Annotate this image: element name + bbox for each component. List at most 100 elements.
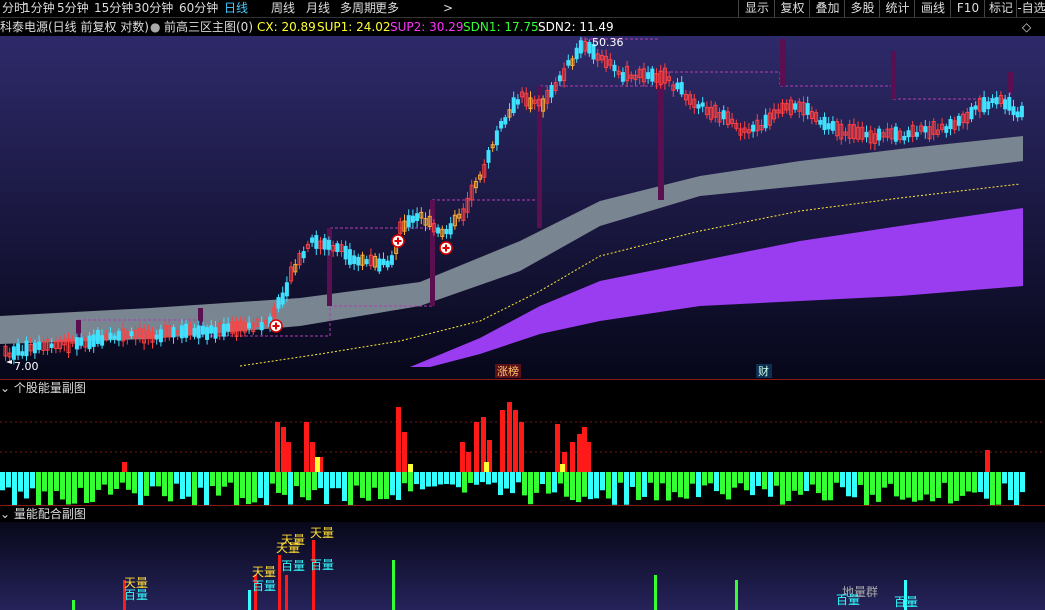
energy-bar-down-107 <box>642 472 647 497</box>
toolbar-button-1[interactable]: 复权 <box>774 0 810 17</box>
toolbar-button-2[interactable]: 叠加 <box>809 0 845 17</box>
energy-bar-down-92 <box>552 472 557 493</box>
energy-bar-down-96 <box>576 472 581 503</box>
energy-bar-up-3 <box>286 442 291 472</box>
energy-bar-down-15 <box>90 472 95 503</box>
toolbar-button-8[interactable]: -自选 <box>1016 0 1045 17</box>
toolbar-button-7[interactable]: 标记 <box>984 0 1017 17</box>
energy-bar-down-162 <box>972 472 977 493</box>
more-arrow-icon[interactable]: > <box>443 0 453 17</box>
indicator-info-bar: 科泰电源(日线 前复权 对数) ● 前高三区主图(0) CX: 20.89 SU… <box>0 18 1045 36</box>
indicator-dot-icon[interactable]: ● <box>150 18 160 36</box>
energy-bar-down-73 <box>438 472 443 485</box>
energy-bar-down-58 <box>348 472 353 505</box>
energy-bar-down-145 <box>870 472 875 495</box>
energy-bar-down-5 <box>30 472 35 489</box>
candle-40 <box>171 327 176 338</box>
energy-bar-down-129 <box>774 472 779 486</box>
candle-122 <box>515 99 520 105</box>
timeframe-8[interactable]: 月线 <box>306 0 330 17</box>
timeframe-4[interactable]: 30分钟 <box>134 0 173 17</box>
energy-bar-up-20 <box>570 442 575 472</box>
toolbar-button-6[interactable]: F10 <box>950 0 985 17</box>
toolbar-button-4[interactable]: 统计 <box>879 0 915 17</box>
energy-bar-down-165 <box>990 472 995 505</box>
energy-bar-down-132 <box>792 472 797 491</box>
volume-bar-8 <box>654 575 657 610</box>
energy-bar-down-113 <box>678 472 683 498</box>
timeframe-9[interactable]: 多周期 <box>340 0 376 17</box>
energy-bar-down-128 <box>768 472 773 497</box>
energy-bar-yellow-1 <box>408 464 413 472</box>
energy-bar-down-104 <box>624 472 629 505</box>
energy-bar-yellow-3 <box>560 464 565 472</box>
energy-bar-down-39 <box>234 472 239 505</box>
volume-subchart[interactable]: 天量百量天量百量天量天量百量天量百量地量群百量 百量 <box>0 522 1045 610</box>
timeframe-2[interactable]: 5分钟 <box>57 0 89 17</box>
timeframe-5[interactable]: 60分钟 <box>179 0 218 17</box>
energy-bar-down-149 <box>894 472 899 497</box>
energy-bar-down-66 <box>396 472 401 501</box>
volume-bar-7 <box>392 560 395 610</box>
energy-bar-down-95 <box>570 472 575 501</box>
candle-165 <box>696 104 701 109</box>
energy-bar-down-153 <box>918 472 923 501</box>
energy-bar-down-22 <box>132 472 137 494</box>
energy-dot-icon[interactable]: ⌄ <box>0 381 10 395</box>
energy-bar-down-16 <box>96 472 101 490</box>
energy-bar-down-97 <box>582 472 587 497</box>
energy-bar-down-27 <box>162 472 167 497</box>
energy-bar-down-38 <box>228 472 233 483</box>
energy-bar-up-1 <box>275 422 280 472</box>
energy-bar-down-88 <box>528 472 533 505</box>
energy-bar-down-23 <box>138 472 143 505</box>
timeframe-7[interactable]: 周线 <box>271 0 295 17</box>
energy-bar-down-46 <box>276 472 281 493</box>
candle-225 <box>948 119 953 129</box>
candle-49 <box>209 325 214 334</box>
candle-239 <box>1007 97 1012 111</box>
volume-label-8: 百量 <box>310 558 334 572</box>
energy-bar-down-4 <box>24 472 29 499</box>
indicator-name[interactable]: 前高三区主图(0) <box>164 18 253 36</box>
energy-bar-up-18 <box>555 424 560 472</box>
timeframe-6[interactable]: 日线 <box>224 0 248 17</box>
toolbar-button-0[interactable]: 显示 <box>738 0 775 17</box>
energy-bar-down-121 <box>726 472 731 500</box>
timeframe-1[interactable]: 1分钟 <box>23 0 55 17</box>
energy-bar-down-94 <box>564 472 569 497</box>
energy-bar-down-100 <box>600 472 605 491</box>
timeframe-10[interactable]: 更多 <box>375 0 399 17</box>
energy-bar-down-137 <box>822 472 827 501</box>
energy-bar-down-122 <box>732 472 737 488</box>
energy-subchart[interactable] <box>0 397 1045 505</box>
energy-bar-down-25 <box>150 472 155 487</box>
toolbar-button-3[interactable]: 多股 <box>844 0 880 17</box>
candle-118 <box>499 120 504 129</box>
toolbar-button-5[interactable]: 画线 <box>914 0 951 17</box>
energy-bar-yellow-0 <box>315 457 320 472</box>
zhangbang-tag: 涨榜 <box>497 364 519 378</box>
main-kline-chart[interactable]: 50.36 7.00 涨榜 财 <box>0 36 1045 379</box>
candle-132 <box>557 75 562 82</box>
energy-bar-down-14 <box>84 472 89 503</box>
candle-98 <box>415 213 420 221</box>
energy-bar-down-11 <box>66 472 71 505</box>
candle-191 <box>805 103 810 115</box>
energy-bar-down-17 <box>102 472 107 485</box>
energy-bar-down-146 <box>876 472 881 502</box>
energy-bar-down-13 <box>78 472 83 488</box>
energy-bar-down-99 <box>594 472 599 499</box>
collapse-diamond-icon[interactable]: ◇ <box>1022 18 1031 36</box>
energy-bar-down-169 <box>1014 472 1019 505</box>
energy-bar-down-105 <box>630 472 635 487</box>
candle-53 <box>226 323 231 332</box>
volume-dot-icon[interactable]: ⌄ <box>0 507 10 521</box>
candle-66 <box>280 292 285 305</box>
energy-bar-down-36 <box>216 472 221 496</box>
energy-bar-up-24 <box>985 450 990 472</box>
candle-215 <box>906 130 911 138</box>
candle-18 <box>79 337 84 346</box>
candle-65 <box>276 297 281 309</box>
timeframe-3[interactable]: 15分钟 <box>94 0 133 17</box>
